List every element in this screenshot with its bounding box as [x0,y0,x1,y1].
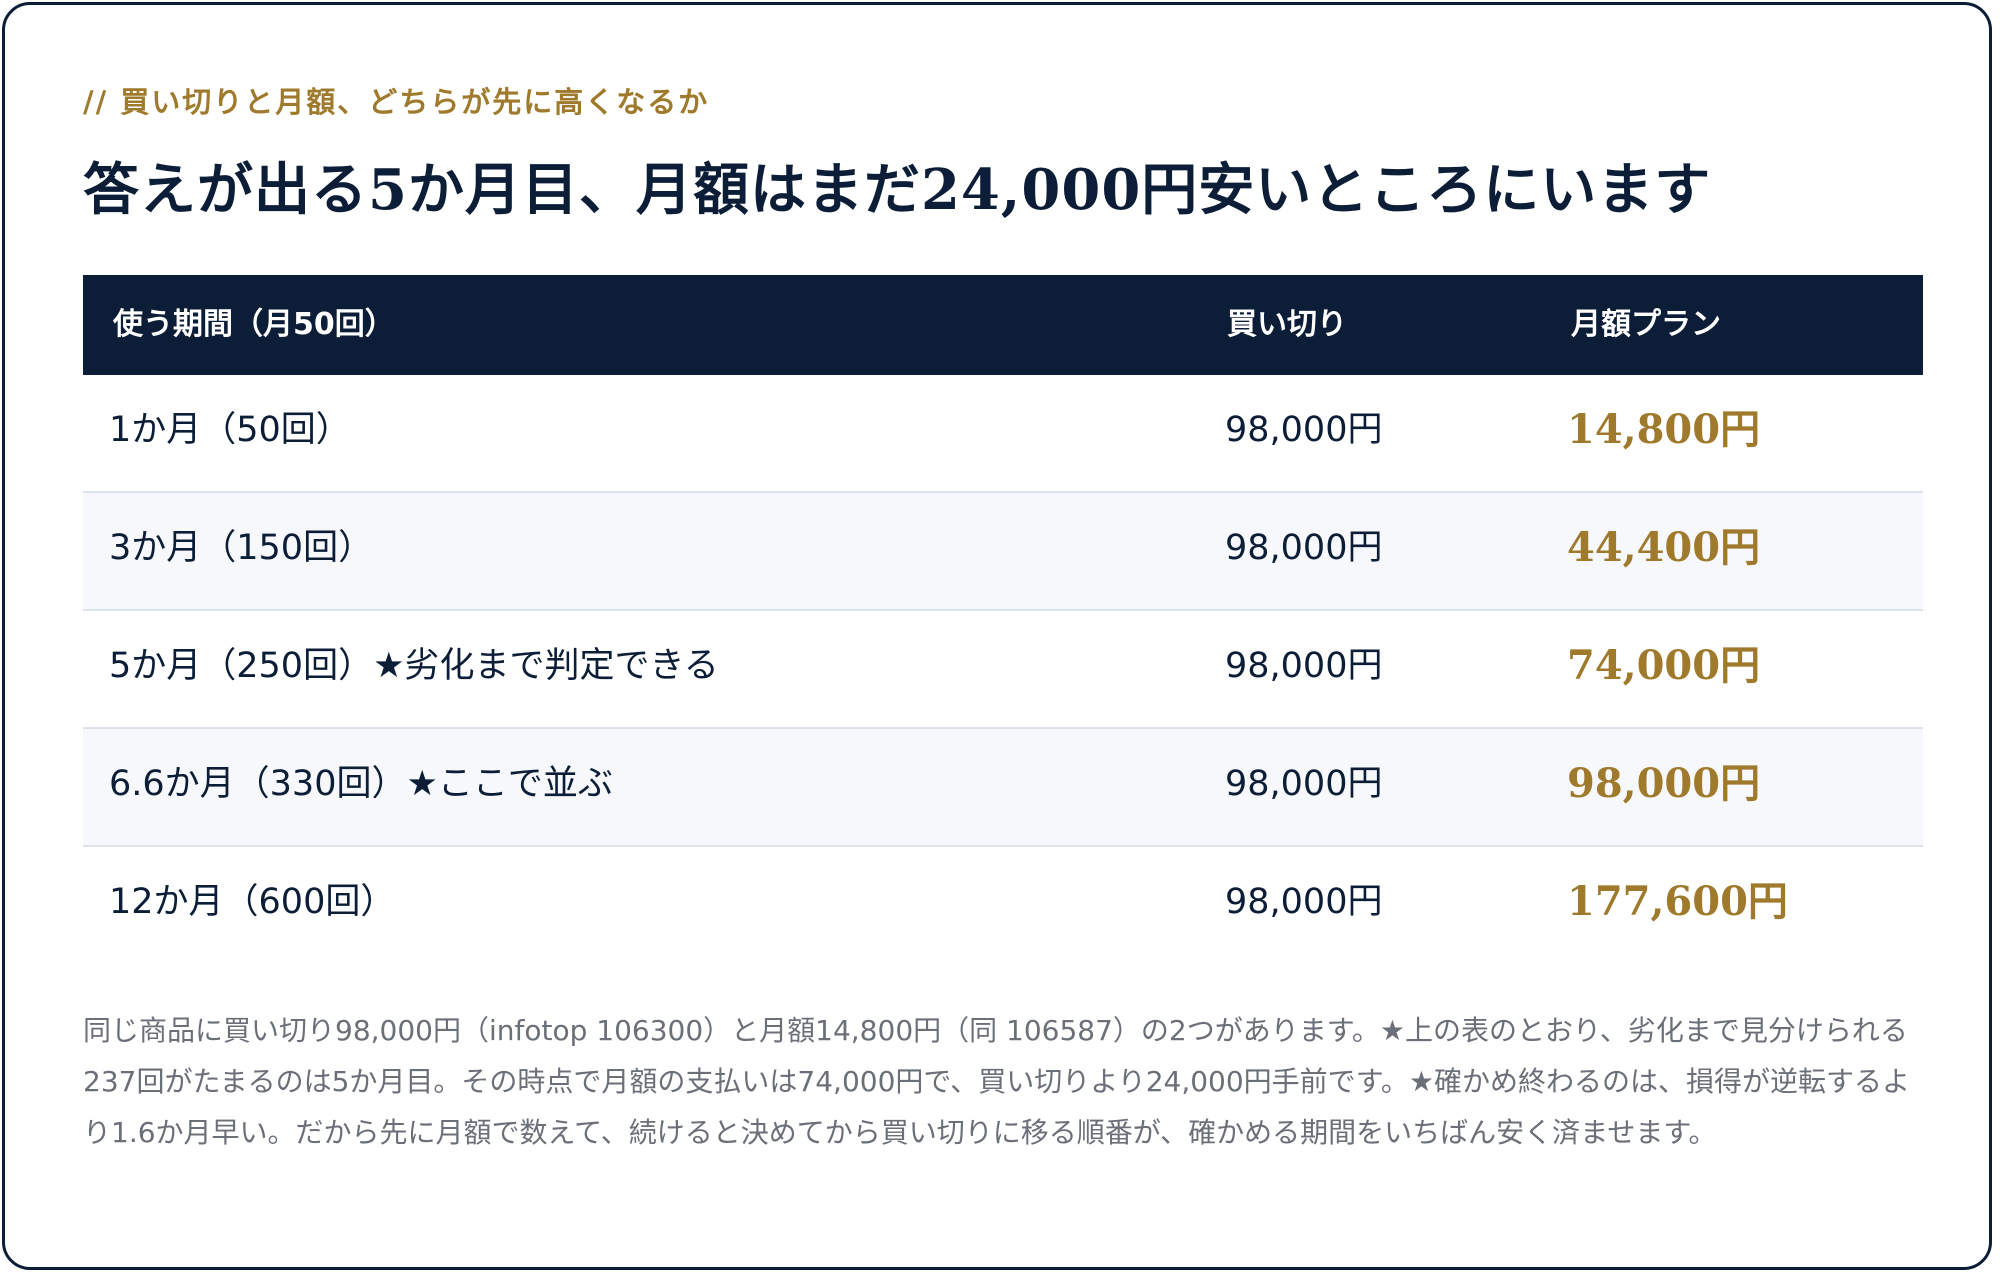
price-comparison-table: 使う期間（月50回） 買い切り 月額プラン 1か月（50回） 98,000円 1… [83,275,1923,965]
header-monthly: 月額プラン [1571,307,1721,342]
header-period: 使う期間（月50回） [113,307,395,342]
buyout-price-cell: 98,000円 [1225,764,1383,804]
buyout-price-cell: 98,000円 [1225,646,1383,686]
table-row: 3か月（150回） 98,000円 44,400円 [83,493,1923,611]
page-title: 答えが出る5か月目、月額はまだ24,000円安いところにいます [83,157,1712,223]
table-row: 1か月（50回） 98,000円 14,800円 [83,375,1923,493]
period-cell: 12か月（600回） [109,882,396,922]
table-row: 5か月（250回）★劣化まで判定できる 98,000円 74,000円 [83,611,1923,729]
comparison-card: // 買い切りと月額、どちらが先に高くなるか 答えが出る5か月目、月額はまだ24… [2,2,1992,1270]
header-buyout: 買い切り [1227,307,1347,342]
table-row: 6.6か月（330回）★ここで並ぶ 98,000円 98,000円 [83,729,1923,847]
buyout-price-cell: 98,000円 [1225,410,1383,450]
monthly-total-cell: 177,600円 [1567,878,1788,925]
buyout-price-cell: 98,000円 [1225,528,1383,568]
section-eyebrow: // 買い切りと月額、どちらが先に高くなるか [83,85,710,119]
explanation-note: 同じ商品に買い切り98,000円（infotop 106300）と月額14,80… [83,1014,1910,1149]
buyout-price-cell: 98,000円 [1225,882,1383,922]
period-cell: 3か月（150回） [109,528,374,568]
period-cell: 1か月（50回） [109,410,351,450]
monthly-total-cell: 74,000円 [1567,642,1761,689]
monthly-total-cell: 98,000円 [1567,760,1761,807]
period-cell: 6.6か月（330回）★ここで並ぶ [109,764,613,804]
table-header: 使う期間（月50回） 買い切り 月額プラン [83,275,1923,375]
monthly-total-cell: 44,400円 [1567,524,1761,571]
monthly-total-cell: 14,800円 [1567,406,1761,453]
period-cell: 5か月（250回）★劣化まで判定できる [109,646,719,686]
table-row: 12か月（600回） 98,000円 177,600円 [83,847,1923,965]
